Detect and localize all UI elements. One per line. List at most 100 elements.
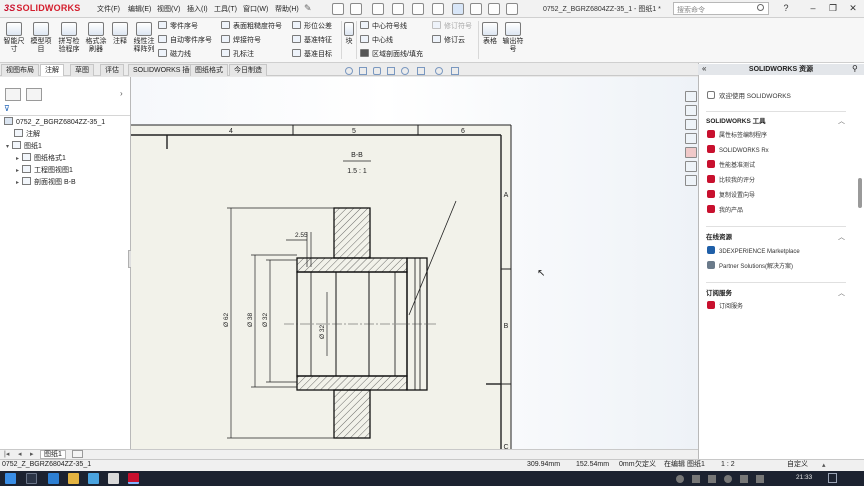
sheet-nav-next-icon[interactable]: ▸ [30, 450, 34, 458]
online-link[interactable]: Partner Solutions(解决方案) [707, 261, 793, 272]
pin-icon[interactable]: ✎ [304, 3, 312, 14]
tools-section-header[interactable]: SOLIDWORKS 工具 [706, 116, 766, 127]
status-sheet-scale[interactable]: 1 : 2 [721, 459, 735, 471]
dimension-text[interactable]: Ø 38 [247, 313, 254, 327]
sheet-nav-first-icon[interactable]: |◂ [4, 450, 9, 458]
task-pane-design-library-icon[interactable] [685, 119, 697, 130]
tab-sheet-format[interactable]: 图纸格式 [190, 64, 228, 76]
weld-symbol-button[interactable]: 焊接符号 [221, 35, 261, 46]
select-icon[interactable] [452, 3, 464, 15]
network-icon[interactable] [740, 475, 748, 483]
app-icon[interactable] [108, 473, 119, 484]
task-pane-scrollbar[interactable] [858, 178, 862, 208]
home-icon[interactable] [332, 3, 344, 15]
task-pane-view-palette-icon[interactable] [685, 161, 697, 172]
menu-edit[interactable]: 编辑(E) [128, 4, 151, 16]
view-settings-icon[interactable] [451, 67, 459, 75]
task-pane-home-icon[interactable] [685, 91, 697, 102]
panel-expand-chevron-icon[interactable]: › [120, 89, 123, 98]
search-input[interactable]: 搜索命令 [673, 2, 769, 15]
pin-pane-icon[interactable]: ⚲ [852, 64, 858, 73]
menu-help[interactable]: 帮助(H) [275, 4, 299, 16]
tree-item-section-view[interactable]: ▸ 剖面视图 B-B [16, 177, 76, 188]
area-hatch-button[interactable]: 区域剖面线/填充 [360, 49, 423, 60]
tree-root[interactable]: 0752_Z_BGRZ6804ZZ-35_1 [4, 117, 105, 128]
spell-checker-button[interactable]: 拼写检验程序 [56, 21, 82, 61]
windows-start-icon[interactable] [5, 473, 16, 484]
tree-item-drawing-view1[interactable]: ▸ 工程图视图1 [16, 165, 73, 176]
previous-view-icon[interactable] [373, 67, 381, 75]
block-button[interactable]: 块 [343, 21, 355, 61]
section-view-toggle-icon[interactable] [417, 67, 425, 75]
tool-link[interactable]: 属性标签编制程序 [707, 130, 767, 141]
new-document-icon[interactable] [350, 3, 362, 15]
collapse-chevron-icon[interactable]: ︿ [838, 116, 845, 126]
note-button[interactable]: 注释 [110, 21, 130, 61]
tray-icon[interactable] [676, 475, 684, 483]
subscription-link[interactable]: 订阅服务 [707, 301, 743, 312]
dimension-text[interactable]: Ø 32 [262, 313, 269, 327]
collapse-chevron-icon[interactable]: ︿ [838, 288, 845, 298]
file-properties-icon[interactable] [488, 3, 500, 15]
tree-item-sheet-format1[interactable]: ▸ 图纸格式1 [16, 153, 66, 164]
property-manager-tab-icon[interactable] [26, 88, 42, 101]
search-icon[interactable] [757, 4, 764, 11]
notifications-icon[interactable] [828, 473, 837, 483]
print-icon[interactable] [412, 3, 424, 15]
feature-tree-tab-icon[interactable] [5, 88, 21, 101]
sheet-nav-prev-icon[interactable]: ◂ [18, 450, 22, 458]
tree-item-annotations[interactable]: 注解 [14, 129, 40, 140]
hide-show-items-icon[interactable] [435, 67, 443, 75]
search-taskbar-icon[interactable] [26, 473, 37, 484]
drawing-sheet-svg[interactable]: 4 5 6 A B C B-B 1.5 : 1 2.55 Ø 62 Ø 38 Ø… [131, 77, 698, 449]
surface-finish-button[interactable]: 表面粗糙度符号 [221, 21, 282, 32]
subscription-section-header[interactable]: 订阅服务 [706, 288, 732, 299]
taskbar-clock[interactable]: 21:33 [796, 474, 812, 481]
save-icon[interactable] [392, 3, 404, 15]
centerline-button[interactable]: 中心线 [360, 35, 393, 46]
unit-chevron-icon[interactable]: ▴ [822, 461, 826, 469]
add-sheet-icon[interactable] [72, 450, 83, 458]
sheet-tab-sheet1[interactable]: 图纸1 [40, 450, 66, 459]
tab-view-layout[interactable]: 视图布局 [1, 64, 39, 76]
section-view-title[interactable]: B-B [351, 152, 363, 159]
minimize-button[interactable]: – [806, 3, 820, 14]
revision-symbol-button[interactable]: 修订符号 [432, 21, 472, 32]
task-pane-file-explorer-icon[interactable] [685, 133, 697, 144]
menu-tools[interactable]: 工具(T) [214, 4, 237, 16]
format-painter-button[interactable]: 格式涂刷器 [84, 21, 108, 61]
geometric-tolerance-button[interactable]: 形位公差 [292, 21, 332, 32]
tray-icon[interactable] [708, 475, 716, 483]
status-unit-system[interactable]: 自定义 [787, 459, 808, 471]
balloon-button[interactable]: 零件序号 [158, 21, 198, 32]
welcome-link[interactable]: 欢迎使用 SOLIDWORKS [707, 91, 791, 102]
photos-icon[interactable] [88, 473, 99, 484]
menu-insert[interactable]: 插入(I) [187, 4, 208, 16]
options-gear-icon[interactable] [506, 3, 518, 15]
tab-sketch[interactable]: 草图 [70, 64, 94, 76]
center-mark-button[interactable]: 中心符号线 [360, 21, 407, 32]
hole-callout-button[interactable]: 孔标注 [221, 49, 254, 60]
solidworks-taskbar-icon[interactable] [128, 473, 139, 484]
tool-link[interactable]: 比较我的评分 [707, 175, 755, 186]
tab-evaluate[interactable]: 评估 [100, 64, 124, 76]
edge-browser-icon[interactable] [48, 473, 59, 484]
rotate-view-icon[interactable] [387, 67, 395, 75]
close-button[interactable]: ✕ [846, 3, 860, 14]
zoom-to-fit-icon[interactable] [345, 67, 353, 75]
rebuild-icon[interactable] [470, 3, 482, 15]
magnetic-line-button[interactable]: 磁力线 [158, 49, 191, 60]
tables-button[interactable]: 表格 [481, 21, 499, 61]
dimension-text[interactable]: Ø 62 [223, 313, 230, 327]
tab-made-today[interactable]: 今日制造 [229, 64, 267, 76]
auto-balloon-button[interactable]: 自动零件序号 [158, 35, 212, 46]
menu-window[interactable]: 窗口(W) [243, 4, 268, 16]
tray-icon[interactable] [692, 475, 700, 483]
restore-button[interactable]: ❐ [826, 3, 840, 14]
filter-icon[interactable]: ⊽ [4, 104, 10, 113]
volume-icon[interactable] [756, 475, 764, 483]
collapse-pane-icon[interactable]: « [702, 64, 706, 73]
section-view-scale[interactable]: 1.5 : 1 [347, 168, 367, 175]
model-items-button[interactable]: 模型项目 [29, 21, 53, 61]
task-pane-appearances-icon[interactable] [685, 147, 697, 158]
